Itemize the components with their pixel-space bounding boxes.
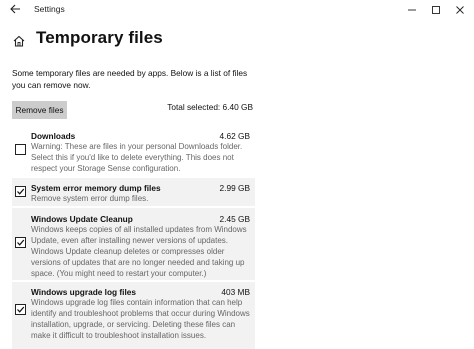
downloads-checkbox[interactable] xyxy=(15,144,26,155)
close-icon[interactable] xyxy=(453,3,467,17)
minimize-icon[interactable] xyxy=(405,3,419,17)
item-size: 2.99 GB xyxy=(219,183,250,193)
intro-text: Some temporary files are needed by apps.… xyxy=(12,68,248,90)
back-arrow-icon[interactable] xyxy=(8,3,22,17)
windows-upgrade-log-checkbox[interactable] xyxy=(15,304,26,315)
title-bar: Settings xyxy=(0,0,474,20)
item-description: Windows upgrade log files contain inform… xyxy=(31,298,250,340)
page-title: Temporary files xyxy=(36,28,163,47)
item-title: Downloads xyxy=(31,131,76,141)
item-size: 403 MB xyxy=(221,287,250,297)
list-item-windows-update-cleanup[interactable]: Windows Update Cleanup 2.45 GB Windows k… xyxy=(12,208,255,280)
item-description: Windows keeps copies of all installed up… xyxy=(31,225,247,278)
home-icon[interactable] xyxy=(12,34,26,48)
windows-update-cleanup-checkbox[interactable] xyxy=(15,237,26,248)
maximize-icon[interactable] xyxy=(429,3,443,17)
item-size: 4.62 GB xyxy=(219,131,250,141)
total-selected: Total selected: 6.40 GB xyxy=(167,102,253,112)
item-description: Remove system error dump files. xyxy=(31,194,149,203)
item-size: 2.45 GB xyxy=(219,214,250,224)
app-title: Settings xyxy=(34,4,65,14)
system-error-dump-checkbox[interactable] xyxy=(15,186,26,197)
remove-files-button[interactable]: Remove files xyxy=(12,101,67,119)
item-title: System error memory dump files xyxy=(31,183,161,193)
item-title: Windows Update Cleanup xyxy=(31,214,133,224)
list-item-downloads[interactable]: Downloads 4.62 GB Warning: These are fil… xyxy=(12,124,255,174)
list-item-windows-upgrade-log[interactable]: Windows upgrade log files 403 MB Windows… xyxy=(12,282,255,349)
item-title: Windows upgrade log files xyxy=(31,287,137,297)
list-item-system-error-dump[interactable]: System error memory dump files 2.99 GB R… xyxy=(12,178,255,206)
item-description: Warning: These are files in your persona… xyxy=(31,142,243,173)
